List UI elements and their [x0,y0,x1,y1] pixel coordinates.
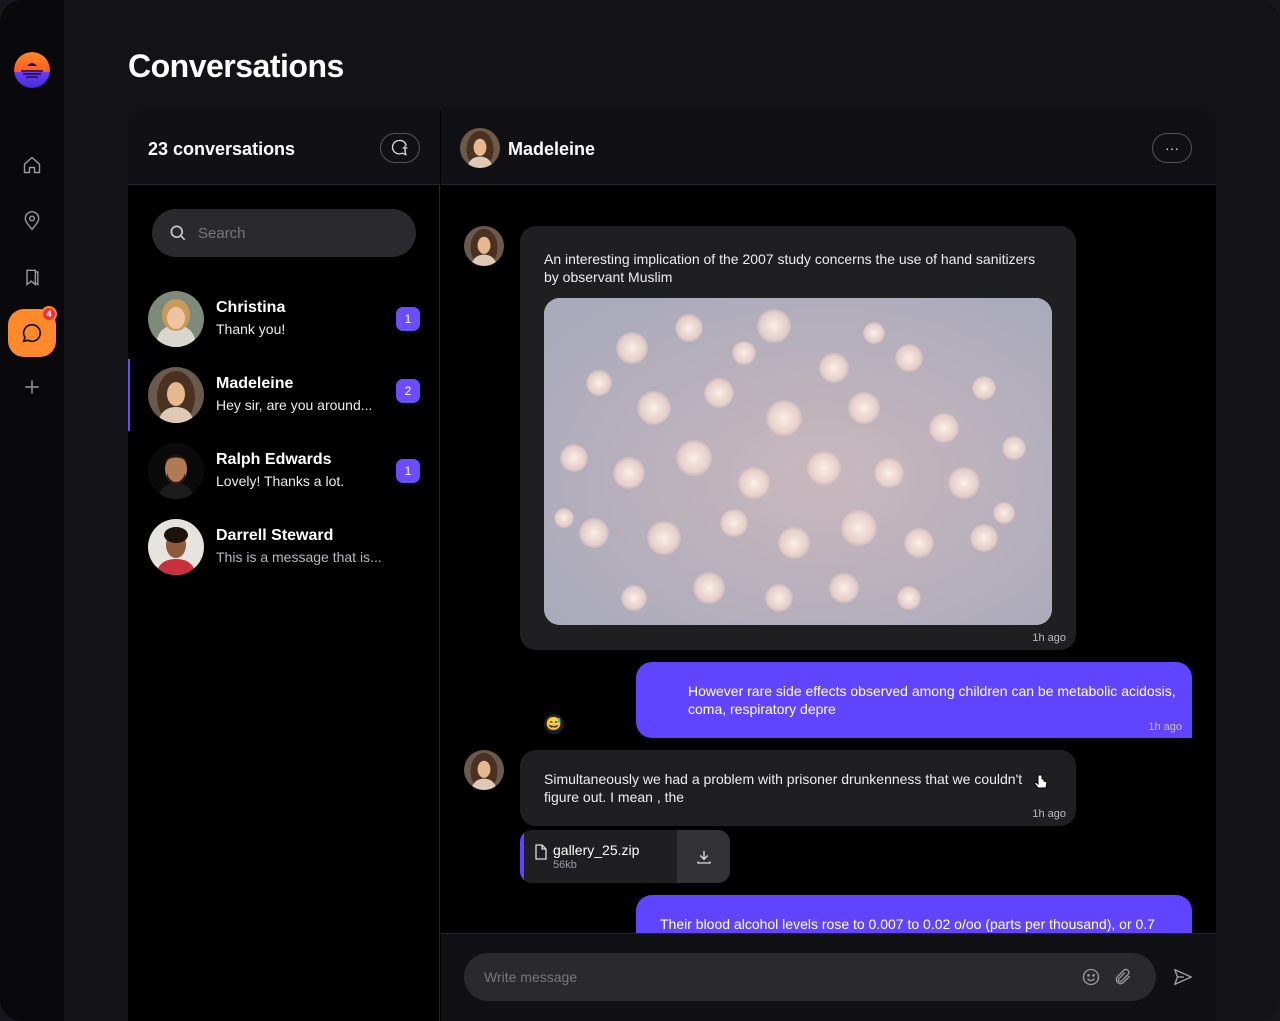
file-size: 56kb [553,859,577,871]
unread-count: 2 [396,379,420,403]
search-box[interactable] [152,209,416,257]
paperclip-icon[interactable] [1113,967,1133,987]
conversation-name: Ralph Edwards [216,451,332,468]
more-icon: ··· [1165,140,1179,156]
file-icon [535,844,547,860]
file-name: gallery_25.zip [553,842,640,858]
message-bubble-outgoing[interactable]: However rare side effects observed among… [636,662,1192,738]
message-time: 1h ago [1032,632,1066,644]
nav-home[interactable] [16,149,48,181]
avatar [148,291,204,347]
chat-header: Madeleine ··· [441,111,1216,185]
conversation-name: Darrell Steward [216,527,334,544]
chat-bubble-icon [22,323,42,343]
message-input[interactable] [484,969,1044,985]
nav-bookmarks[interactable] [16,261,48,293]
file-attachment[interactable]: gallery_25.zip 56kb [520,830,730,883]
emoji-reaction[interactable]: 😅 [544,714,564,734]
message-text: Simultaneously we had a problem with pri… [544,771,1023,805]
conversation-list-header: 23 conversations [128,111,440,185]
avatar [148,443,204,499]
app-logo[interactable] [14,52,50,88]
conversation-item[interactable]: Darrell Steward This is a message that i… [128,511,440,583]
conversation-preview: Lovely! Thanks a lot. [216,473,345,489]
conversation-preview: Thank you! [216,321,286,337]
new-conversation-button[interactable] [380,133,420,163]
avatar [148,519,204,575]
sidebar-rail: 4 [0,0,64,1021]
search-input[interactable] [198,224,398,242]
unread-badge: 4 [41,306,57,322]
conversation-preview: Hey sir, are you around... [216,397,373,413]
conversation-name: Madeleine [216,375,294,392]
message-bubble-incoming[interactable]: Simultaneously we had a problem with pri… [520,750,1076,826]
emoji-icon[interactable] [1081,967,1101,987]
unread-count: 1 [396,459,420,483]
unread-count: 1 [396,307,420,331]
sender-avatar [464,750,504,790]
conversation-name: Christina [216,299,286,316]
conversation-list: 23 conversations Christina Thank you! 1 [128,111,440,1021]
message-thread: An interesting implication of the 2007 s… [441,186,1216,933]
conversation-item[interactable]: Christina Thank you! 1 [128,283,440,355]
conversation-count: 23 conversations [148,139,296,159]
home-icon [23,156,41,174]
message-time: 1h ago [1032,808,1066,820]
nav-chats[interactable]: 4 [8,306,57,357]
more-options-button[interactable]: ··· [1152,133,1192,163]
composer-bar [441,933,1216,1021]
message-time: 1h ago [1148,721,1182,733]
send-icon[interactable] [1172,966,1194,988]
composer [464,953,1156,1001]
app-window: 4 Conversations 23 conversations Search … [0,0,1280,1021]
location-pin-icon [24,211,40,231]
avatar [148,367,204,423]
contact-name: Madeleine [508,139,596,159]
new-chat-icon [391,139,408,156]
download-button[interactable] [677,830,730,883]
pointer-cursor-icon [1033,774,1048,789]
conversation-item[interactable]: Madeleine Hey sir, are you around... 2 [128,359,440,431]
conversation-preview: This is a message that is... [216,549,382,565]
nav-location[interactable] [16,205,48,237]
message-bubble-incoming[interactable]: An interesting implication of the 2007 s… [520,226,1076,650]
plus-icon [25,380,39,394]
nav-add[interactable] [16,371,48,403]
conversation-item[interactable]: Ralph Edwards Lovely! Thanks a lot. 1 [128,435,440,507]
search-icon [170,225,186,241]
page-title: Conversations [128,48,344,84]
message-text: Their blood alcohol levels rose to 0.007… [660,916,1155,932]
sender-avatar [464,226,504,266]
messenger-panel: 23 conversations Christina Thank you! 1 [128,111,1216,1021]
message-bubble-outgoing[interactable]: Their blood alcohol levels rose to 0.007… [636,895,1192,933]
message-text: However rare side effects observed among… [688,683,1176,717]
message-text: An interesting implication of the 2007 s… [544,251,1036,285]
bookmarks-icon [26,269,39,286]
message-image[interactable] [544,298,1052,625]
contact-avatar[interactable] [460,128,500,168]
download-icon [696,850,711,864]
